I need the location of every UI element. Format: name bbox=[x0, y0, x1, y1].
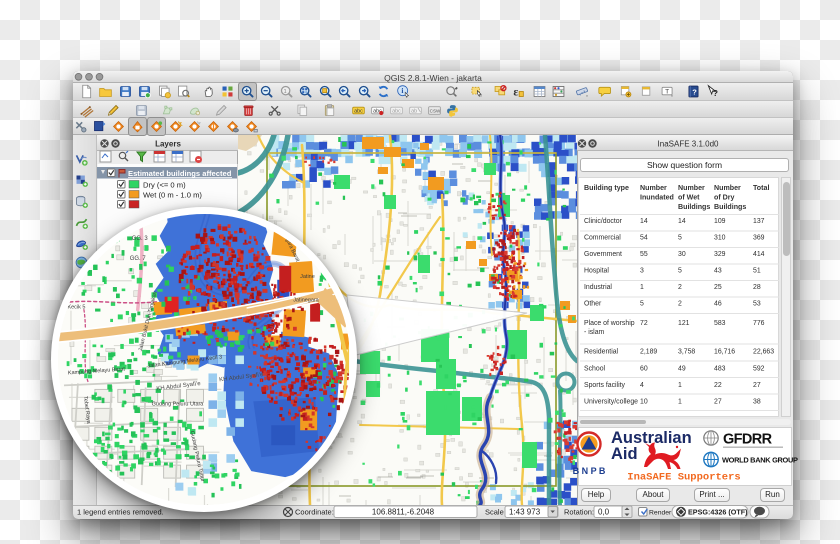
svg-text:Aid: Aid bbox=[611, 445, 638, 463]
svg-text:2: 2 bbox=[678, 284, 682, 291]
svg-text:3: 3 bbox=[640, 268, 644, 275]
svg-text:106.8811,-6.2048: 106.8811,-6.2048 bbox=[372, 508, 435, 517]
svg-text:Estimated buildings affected: Estimated buildings affected bbox=[128, 169, 232, 178]
svg-text:Number: Number bbox=[678, 184, 705, 192]
svg-text:1: 1 bbox=[640, 284, 644, 291]
svg-text:51: 51 bbox=[753, 268, 761, 275]
svg-text:B N P B: B N P B bbox=[573, 466, 606, 476]
svg-text:University/college: University/college bbox=[584, 399, 638, 406]
svg-text:WORLD BANK GROUP: WORLD BANK GROUP bbox=[722, 456, 798, 465]
svg-text:137: 137 bbox=[753, 218, 765, 225]
svg-text:46: 46 bbox=[714, 301, 722, 308]
svg-text:1: 1 bbox=[678, 399, 682, 406]
svg-text:54: 54 bbox=[640, 235, 648, 242]
svg-text:Rotation:: Rotation: bbox=[564, 508, 594, 517]
svg-text:of Dry: of Dry bbox=[714, 194, 735, 202]
svg-text:Commercial: Commercial bbox=[584, 235, 621, 242]
svg-text:Jatine: Jatine bbox=[300, 274, 315, 280]
svg-text:25: 25 bbox=[714, 284, 722, 291]
svg-text:27: 27 bbox=[753, 382, 761, 389]
svg-text:14: 14 bbox=[640, 218, 648, 225]
svg-text:Government: Government bbox=[584, 251, 622, 258]
svg-text:Render: Render bbox=[649, 510, 672, 517]
svg-text:Wet (0 m - 1.0 m): Wet (0 m - 1.0 m) bbox=[143, 190, 202, 199]
svg-text:53: 53 bbox=[753, 301, 761, 308]
svg-text:776: 776 bbox=[753, 320, 765, 327]
svg-text:Layers: Layers bbox=[155, 140, 181, 149]
svg-text:Jatinegara: Jatinegara bbox=[293, 298, 319, 304]
svg-text:1:43 973: 1:43 973 bbox=[509, 508, 541, 517]
svg-text:414: 414 bbox=[753, 251, 765, 258]
svg-text:2,189: 2,189 bbox=[640, 349, 657, 356]
svg-text:1: 1 bbox=[678, 382, 682, 389]
svg-text:72: 72 bbox=[640, 320, 648, 327]
svg-text:Number: Number bbox=[714, 184, 741, 192]
svg-text:483: 483 bbox=[714, 366, 726, 373]
svg-text:Coordinate:: Coordinate: bbox=[295, 508, 334, 517]
svg-text:Residential: Residential bbox=[584, 349, 619, 356]
svg-text:5: 5 bbox=[678, 235, 682, 242]
svg-text:School: School bbox=[584, 366, 606, 373]
svg-text:16,716: 16,716 bbox=[714, 349, 735, 356]
svg-text:Place of worship: Place of worship bbox=[584, 320, 635, 327]
svg-text:Clinic/doctor: Clinic/doctor bbox=[584, 218, 623, 225]
svg-text:Industrial: Industrial bbox=[584, 284, 612, 291]
svg-text:GFDRR: GFDRR bbox=[723, 432, 773, 448]
svg-text:4: 4 bbox=[640, 382, 644, 389]
svg-text:592: 592 bbox=[753, 366, 765, 373]
svg-text:22: 22 bbox=[714, 382, 722, 389]
svg-text:49: 49 bbox=[678, 366, 686, 373]
svg-text:329: 329 bbox=[714, 251, 726, 258]
svg-text:55: 55 bbox=[640, 251, 648, 258]
svg-text:5: 5 bbox=[640, 301, 644, 308]
svg-text:3,758: 3,758 bbox=[678, 349, 695, 356]
svg-text:1 legend entries removed.: 1 legend entries removed. bbox=[77, 508, 164, 517]
svg-text:EPSG:4326 (OTF): EPSG:4326 (OTF) bbox=[688, 508, 748, 517]
svg-text:- islam: - islam bbox=[584, 329, 605, 336]
svg-text:Hospital: Hospital bbox=[584, 268, 609, 275]
svg-text:Dry (<= 0 m): Dry (<= 0 m) bbox=[143, 180, 186, 189]
svg-text:27: 27 bbox=[714, 399, 722, 406]
svg-text:Buildings: Buildings bbox=[678, 203, 710, 211]
svg-text:10: 10 bbox=[640, 399, 648, 406]
svg-text:43: 43 bbox=[714, 268, 722, 275]
svg-text:14: 14 bbox=[678, 218, 686, 225]
svg-text:GG. 3: GG. 3 bbox=[132, 236, 149, 242]
svg-text:38: 38 bbox=[753, 399, 761, 406]
svg-text:GG. 7: GG. 7 bbox=[130, 256, 147, 262]
svg-text:Sports facility: Sports facility bbox=[584, 382, 626, 389]
svg-text:0,0: 0,0 bbox=[598, 508, 610, 517]
svg-text:Buildings: Buildings bbox=[714, 203, 746, 211]
svg-text:Building type: Building type bbox=[584, 184, 629, 192]
svg-text:InaSAFE Supporters: InaSAFE Supporters bbox=[627, 472, 740, 484]
svg-text:Inundated: Inundated bbox=[640, 194, 674, 202]
svg-text:369: 369 bbox=[753, 235, 765, 242]
svg-text:Gudang Peluru Utara: Gudang Peluru Utara bbox=[152, 401, 205, 407]
svg-text:Other: Other bbox=[584, 301, 602, 308]
svg-text:30: 30 bbox=[678, 251, 686, 258]
svg-text:Total: Total bbox=[753, 184, 769, 192]
svg-text:Scale: Scale bbox=[485, 508, 504, 517]
svg-text:60: 60 bbox=[640, 366, 648, 373]
svg-text:121: 121 bbox=[678, 320, 690, 327]
svg-text:22,663: 22,663 bbox=[753, 349, 774, 356]
svg-text:109: 109 bbox=[714, 218, 726, 225]
svg-text:wo Kecik 5: wo Kecik 5 bbox=[58, 305, 85, 311]
svg-text:InaSAFE 3.1.0d0: InaSAFE 3.1.0d0 bbox=[658, 140, 719, 149]
svg-text:of Wet: of Wet bbox=[678, 194, 700, 202]
svg-text:2: 2 bbox=[678, 301, 682, 308]
svg-text:5: 5 bbox=[678, 268, 682, 275]
svg-text:Number: Number bbox=[640, 184, 667, 192]
svg-text:28: 28 bbox=[753, 284, 761, 291]
svg-text:310: 310 bbox=[714, 235, 726, 242]
svg-text:583: 583 bbox=[714, 320, 726, 327]
